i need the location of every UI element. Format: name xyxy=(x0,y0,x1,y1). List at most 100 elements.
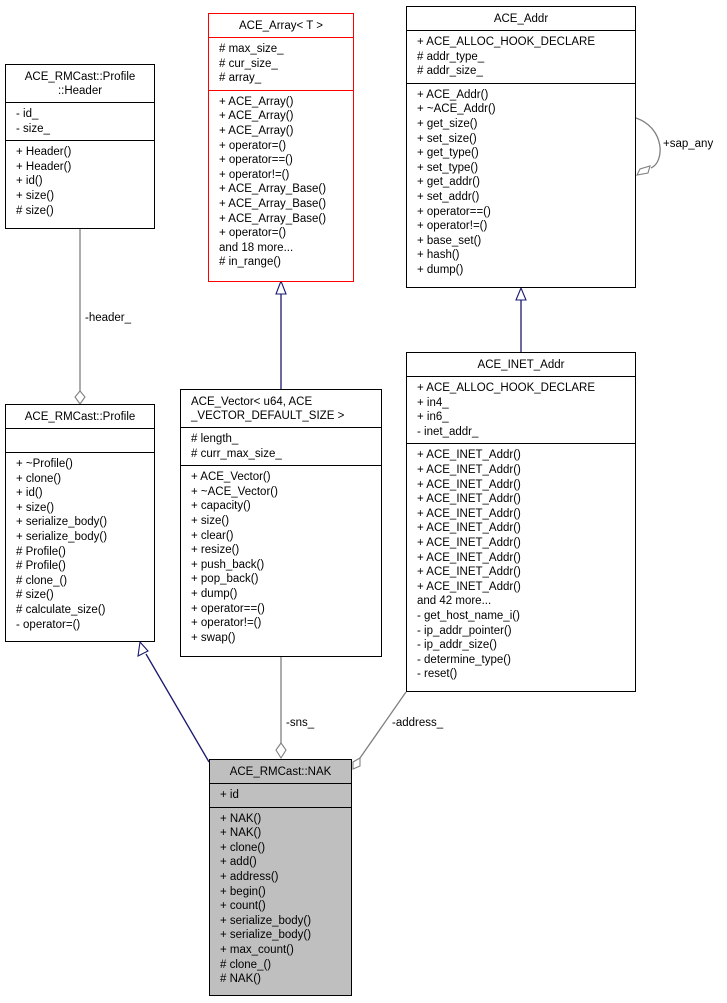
operation: + add() xyxy=(220,856,257,869)
operation: + id() xyxy=(16,487,43,500)
class-attributes: # max_size_ # cur_size_ # array_ xyxy=(209,38,353,91)
edge-label-address: -address_ xyxy=(392,717,444,729)
class-title: ACE_INET_Addr xyxy=(407,353,635,377)
operation: + size() xyxy=(16,501,55,514)
attribute: # max_size_ xyxy=(219,43,284,55)
class-box-nak[interactable]: ACE_RMCast::NAK + id + NAK() + NAK() + c… xyxy=(209,759,352,996)
more-members-link[interactable]: and 18 more... xyxy=(219,241,348,256)
attribute: - id_ xyxy=(16,108,39,120)
attribute: + in4_ xyxy=(417,396,449,409)
edge-label-sns: -sns_ xyxy=(286,717,315,729)
operation: + ~Profile() xyxy=(16,458,73,470)
class-box-profile-header[interactable]: ACE_RMCast::Profile ::Header - id_ - siz… xyxy=(5,64,155,229)
attribute: + ACE_ALLOC_HOOK_DECLARE xyxy=(417,382,596,394)
class-operations: + ACE_Vector() + ~ACE_Vector() + capacit… xyxy=(181,466,381,649)
operation: + clone() xyxy=(220,841,266,854)
operation: + dump() xyxy=(417,263,464,276)
attribute: # array_ xyxy=(219,72,262,85)
operation: + ACE_Array() xyxy=(219,95,294,108)
more-members-link[interactable]: and 42 more... xyxy=(417,594,630,609)
class-operations: + ACE_Addr() + ~ACE_Addr() + get_size() … xyxy=(407,84,635,282)
class-title: ACE_Vector< u64, ACE _VECTOR_DEFAULT_SIZ… xyxy=(181,390,381,428)
operation: + operator!=() xyxy=(417,220,488,233)
operation: + ~ACE_Addr() xyxy=(417,103,496,116)
class-operations: + ~Profile() + clone() + id() + size() +… xyxy=(6,453,154,636)
class-attributes: - id_ - size_ xyxy=(6,103,154,142)
aggregation-diamond-sap-any xyxy=(636,165,651,176)
class-box-ace-addr[interactable]: ACE_Addr + ACE_ALLOC_HOOK_DECLARE # addr… xyxy=(406,6,636,288)
class-attributes xyxy=(6,429,154,453)
class-operations: + Header() + Header() + id() + size() # … xyxy=(6,141,154,222)
operation: + dump() xyxy=(191,587,238,600)
class-title-line: ::Header xyxy=(57,85,103,97)
class-title-line: ACE_Vector< u64, ACE xyxy=(191,396,313,408)
class-operations: + ACE_INET_Addr() + ACE_INET_Addr() + AC… xyxy=(407,444,635,686)
operation: + resize() xyxy=(191,544,240,557)
operation: + clone() xyxy=(16,472,62,485)
operation: + serialize_body() xyxy=(220,929,312,942)
operation: + ACE_INET_Addr() xyxy=(417,463,521,476)
operation: # NAK() xyxy=(220,973,261,986)
attribute: # curr_max_size_ xyxy=(191,447,282,460)
class-box-ace-array[interactable]: ACE_Array< T > # max_size_ # cur_size_ #… xyxy=(208,13,354,282)
class-box-profile[interactable]: ACE_RMCast::Profile + ~Profile() + clone… xyxy=(5,404,155,642)
operation: + NAK() xyxy=(220,812,262,825)
operation: + operator==() xyxy=(417,205,491,218)
operation: + swap() xyxy=(191,631,236,644)
class-box-ace-vector[interactable]: ACE_Vector< u64, ACE _VECTOR_DEFAULT_SIZ… xyxy=(180,389,382,657)
aggregation-diamond-sns xyxy=(275,742,287,760)
operation: + max_count() xyxy=(220,943,294,956)
operation: + operator==() xyxy=(191,602,265,615)
attribute: + id xyxy=(220,789,239,801)
class-attributes: + ACE_ALLOC_HOOK_DECLARE # addr_type_ # … xyxy=(407,31,635,84)
operation: # calculate_size() xyxy=(16,603,106,616)
operation: + ACE_Array_Base() xyxy=(219,183,327,196)
operation: - ip_addr_size() xyxy=(417,639,497,652)
attribute: - inet_addr_ xyxy=(417,425,479,438)
class-operations: + ACE_Array() + ACE_Array() + ACE_Array(… xyxy=(209,91,353,274)
operation: # size() xyxy=(16,589,54,602)
class-title: ACE_RMCast::Profile ::Header xyxy=(6,65,154,103)
operation: + Header() xyxy=(16,146,72,159)
attribute: + in6_ xyxy=(417,411,449,424)
operation: + size() xyxy=(191,514,230,527)
edge-label-header: -header_ xyxy=(85,312,132,324)
operation: + ACE_INET_Addr() xyxy=(417,493,521,506)
attribute: - size_ xyxy=(16,122,50,135)
class-attributes: + id xyxy=(210,784,351,808)
operation: + begin() xyxy=(220,885,266,898)
class-attributes: # length_ # curr_max_size_ xyxy=(181,428,381,467)
operation: + get_type() xyxy=(417,147,479,160)
operation: + ACE_INET_Addr() xyxy=(417,507,521,520)
class-attributes: + ACE_ALLOC_HOOK_DECLARE + in4_ + in6_ -… xyxy=(407,377,635,445)
operation: + count() xyxy=(220,900,266,913)
aggregation-diamond-header xyxy=(74,390,86,405)
attribute: # addr_size_ xyxy=(417,65,483,78)
operation: + operator=() xyxy=(219,139,287,152)
operation: + push_back() xyxy=(191,558,265,571)
operation: + address() xyxy=(220,870,279,883)
class-title: ACE_RMCast::Profile xyxy=(6,405,154,429)
operation: + NAK() xyxy=(220,827,262,840)
operation: - determine_type() xyxy=(417,653,511,666)
operation: + ~ACE_Vector() xyxy=(191,485,278,498)
attribute: + ACE_ALLOC_HOOK_DECLARE xyxy=(417,36,596,48)
operation: - operator=() xyxy=(16,618,81,631)
class-box-ace-inet-addr[interactable]: ACE_INET_Addr + ACE_ALLOC_HOOK_DECLARE +… xyxy=(406,352,636,692)
class-title-line: _VECTOR_DEFAULT_SIZE > xyxy=(191,410,345,422)
operation: + ACE_Array_Base() xyxy=(219,212,327,225)
edge-label-sap-any: +sap_any xyxy=(663,138,714,150)
class-title: ACE_Array< T > xyxy=(209,14,353,38)
operation: - reset() xyxy=(417,668,458,681)
operation: + set_addr() xyxy=(417,190,480,203)
operation: + ACE_Array_Base() xyxy=(219,197,327,210)
operation: - get_host_name_i() xyxy=(417,609,520,622)
operation: + capacity() xyxy=(191,500,251,513)
operation: + ACE_Array() xyxy=(219,110,294,123)
operation: + operator!=() xyxy=(191,617,262,630)
operation: - ip_addr_pointer() xyxy=(417,624,512,637)
operation: + ACE_INET_Addr() xyxy=(417,522,521,535)
class-title: ACE_RMCast::NAK xyxy=(210,760,351,784)
operation: + Header() xyxy=(16,160,72,173)
operation: # size() xyxy=(16,204,54,217)
